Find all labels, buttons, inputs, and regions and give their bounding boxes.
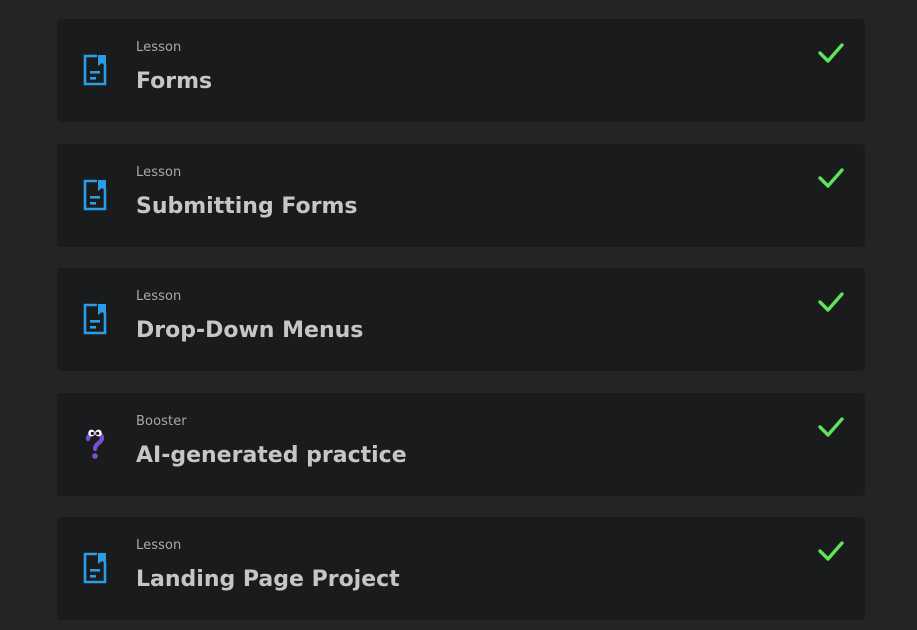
check-icon (817, 415, 845, 439)
booster-card-ai-practice[interactable]: Booster AI-generated practice (57, 392, 865, 496)
item-kind-label: Lesson (136, 289, 182, 304)
check-icon (817, 290, 845, 314)
check-icon (817, 166, 845, 190)
item-title[interactable]: Landing Page Project (136, 567, 400, 592)
item-kind-label: Lesson (136, 40, 182, 55)
lesson-list: Lesson Forms Lesson Submitting Forms Les… (57, 19, 865, 620)
lesson-document-icon (81, 302, 109, 336)
lesson-card-drop-down-menus[interactable]: Lesson Drop-Down Menus (57, 268, 865, 371)
item-kind-label: Lesson (136, 538, 182, 553)
item-title[interactable]: AI-generated practice (136, 443, 407, 468)
item-title[interactable]: Drop-Down Menus (136, 318, 363, 343)
check-icon (817, 41, 845, 65)
item-title[interactable]: Forms (136, 69, 212, 94)
lesson-card-forms[interactable]: Lesson Forms (57, 19, 865, 122)
item-kind-label: Lesson (136, 164, 182, 180)
lesson-card-submitting-forms[interactable]: Lesson Submitting Forms (57, 143, 865, 247)
question-mark-mascot-icon (81, 427, 109, 461)
lesson-document-icon (81, 53, 109, 87)
lesson-document-icon (81, 178, 109, 212)
lesson-card-landing-page-project[interactable]: Lesson Landing Page Project (57, 517, 865, 620)
check-icon (817, 539, 845, 563)
item-kind-label: Booster (136, 413, 187, 429)
lesson-document-icon (81, 551, 109, 585)
item-title[interactable]: Submitting Forms (136, 194, 357, 219)
